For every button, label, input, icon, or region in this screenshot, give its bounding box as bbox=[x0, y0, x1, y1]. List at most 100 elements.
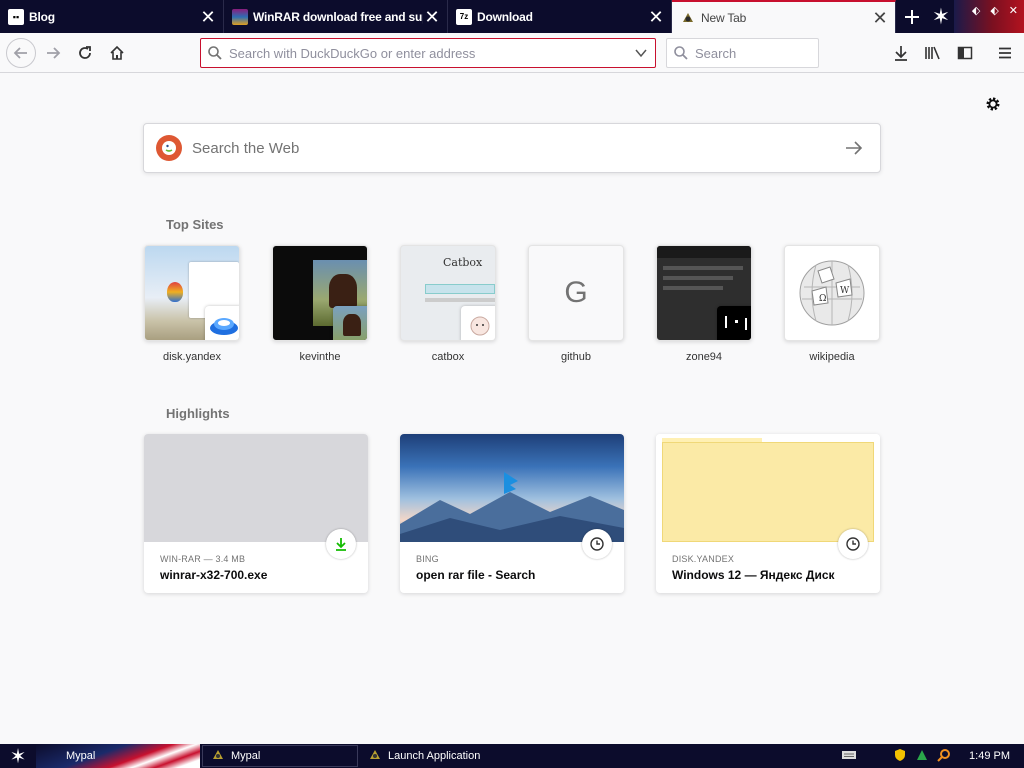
navigation-toolbar bbox=[0, 33, 1024, 73]
taskbar-item-label: Mypal bbox=[66, 750, 96, 762]
site-thumbnail bbox=[144, 245, 240, 341]
star-icon[interactable]: ✶ bbox=[928, 0, 954, 33]
close-icon[interactable]: ✕ bbox=[199, 8, 217, 26]
highlight-card[interactable]: BING open rar file - Search bbox=[400, 434, 624, 593]
plus-icon bbox=[905, 9, 919, 24]
highlight-card[interactable]: DISK.YANDEX Windows 12 — Яндекс Диск bbox=[656, 434, 880, 593]
top-site-tile[interactable]: kevinthe bbox=[272, 245, 368, 363]
tab-title: New Tab bbox=[701, 10, 747, 25]
clock-icon bbox=[582, 529, 612, 559]
web-search-input[interactable] bbox=[192, 139, 834, 157]
close-window-icon[interactable]: ✕ bbox=[1009, 4, 1018, 17]
top-site-tile[interactable]: Ω W wikipedia bbox=[784, 245, 880, 363]
magnifier-icon[interactable] bbox=[937, 748, 951, 765]
card-title: Windows 12 — Яндекс Диск bbox=[672, 568, 835, 582]
site-thumbnail bbox=[272, 245, 368, 341]
tab-title: Download bbox=[477, 9, 533, 24]
highlights-heading: Highlights bbox=[166, 406, 230, 421]
window-controls: ⬖ ⬖ ✕ bbox=[954, 0, 1024, 33]
site-thumbnail: Catbox bbox=[400, 245, 496, 341]
url-input[interactable] bbox=[229, 39, 627, 67]
customize-settings-button[interactable] bbox=[982, 93, 1004, 115]
top-site-tile[interactable]: G github bbox=[528, 245, 624, 363]
tab-strip: ▪▪ Blog ✕ WinRAR download free and suppo… bbox=[0, 0, 1024, 33]
pong-game-icon bbox=[717, 306, 751, 340]
taskbar: ✶ Mypal Mypal Launch Application 1:49 PM bbox=[0, 744, 1024, 768]
card-preview bbox=[144, 434, 368, 542]
search-submit-button[interactable] bbox=[834, 128, 874, 168]
shield-icon[interactable] bbox=[893, 748, 907, 765]
close-icon[interactable]: ✕ bbox=[871, 9, 889, 27]
site-label: disk.yandex bbox=[162, 351, 222, 363]
site-thumbnail bbox=[656, 245, 752, 341]
7zip-favicon-icon: 7z bbox=[456, 8, 472, 25]
site-label: wikipedia bbox=[809, 351, 855, 363]
chevron-down-icon[interactable] bbox=[627, 39, 655, 67]
highlight-card[interactable]: WIN-RAR — 3.4 MB winrar-x32-700.exe bbox=[144, 434, 368, 593]
top-sites-heading: Top Sites bbox=[166, 217, 224, 232]
horse-photo-icon bbox=[333, 306, 367, 340]
site-label: github bbox=[561, 351, 591, 363]
download-icon bbox=[895, 46, 907, 61]
clock-time[interactable]: 1:49 PM bbox=[969, 750, 1010, 762]
search-bar[interactable] bbox=[666, 38, 871, 68]
site-thumbnail: Ω W bbox=[784, 245, 880, 341]
mypal-app-icon bbox=[211, 748, 225, 765]
site-label: catbox bbox=[431, 351, 465, 363]
search-icon bbox=[667, 39, 695, 67]
url-bar[interactable] bbox=[200, 38, 656, 68]
top-site-tile[interactable]: Catbox catbox bbox=[400, 245, 496, 363]
back-arrow-icon bbox=[13, 47, 27, 59]
site-thumbnail: G bbox=[528, 245, 624, 341]
tab-blog[interactable]: ▪▪ Blog ✕ bbox=[0, 0, 224, 33]
sidebar-icon bbox=[957, 46, 973, 60]
network-icon[interactable] bbox=[915, 748, 929, 765]
close-icon[interactable]: ✕ bbox=[647, 8, 665, 26]
arrow-right-icon bbox=[846, 141, 863, 155]
top-site-tile[interactable]: disk.yandex bbox=[144, 245, 240, 363]
tab-title: WinRAR download free and support bbox=[253, 9, 423, 24]
card-title: open rar file - Search bbox=[416, 568, 536, 582]
library-button[interactable] bbox=[918, 38, 948, 68]
reload-button[interactable] bbox=[70, 38, 100, 68]
minimize-icon[interactable]: ⬖ bbox=[972, 4, 980, 17]
web-search-box[interactable] bbox=[143, 123, 881, 173]
wikipedia-globe-icon: Ω W bbox=[799, 260, 865, 326]
maximize-icon[interactable]: ⬖ bbox=[990, 4, 998, 17]
downloads-button[interactable] bbox=[886, 38, 916, 68]
tab-new-tab[interactable]: New Tab ✕ bbox=[672, 0, 896, 33]
taskbar-item-label: Mypal bbox=[231, 750, 261, 762]
home-icon bbox=[110, 45, 124, 60]
card-preview bbox=[400, 434, 624, 542]
card-context: WIN-RAR — 3.4 MB bbox=[160, 554, 246, 564]
tab-title: Blog bbox=[29, 9, 55, 24]
mypal-favicon-icon bbox=[680, 10, 696, 26]
search-icon bbox=[201, 39, 229, 67]
library-icon bbox=[925, 46, 940, 60]
download-icon bbox=[326, 529, 356, 559]
keyboard-icon[interactable] bbox=[841, 749, 857, 764]
start-menu-button[interactable]: ✶ bbox=[0, 744, 36, 768]
system-tray: 1:49 PM bbox=[841, 748, 1024, 765]
taskbar-item[interactable]: Mypal bbox=[202, 745, 358, 767]
site-label: zone94 bbox=[685, 351, 723, 363]
back-button[interactable] bbox=[6, 38, 36, 68]
tab-download[interactable]: 7z Download ✕ bbox=[448, 0, 672, 33]
winrar-favicon-icon bbox=[232, 8, 248, 25]
new-tab-button[interactable] bbox=[896, 0, 928, 33]
home-button[interactable] bbox=[102, 38, 132, 68]
top-site-tile[interactable]: zone94 bbox=[656, 245, 752, 363]
gear-icon bbox=[986, 97, 1000, 111]
tab-winrar[interactable]: WinRAR download free and support ✕ bbox=[224, 0, 448, 33]
search-input[interactable] bbox=[695, 39, 871, 67]
forward-button[interactable] bbox=[38, 38, 68, 68]
duckduckgo-logo-icon bbox=[156, 135, 182, 161]
card-context: BING bbox=[416, 554, 439, 564]
menu-button[interactable] bbox=[990, 38, 1020, 68]
taskbar-item[interactable]: Launch Application bbox=[360, 745, 510, 767]
sidebar-button[interactable] bbox=[950, 38, 980, 68]
taskbar-item[interactable]: Mypal bbox=[36, 744, 200, 768]
reload-icon bbox=[79, 46, 91, 59]
star-icon: ✶ bbox=[9, 745, 27, 768]
close-icon[interactable]: ✕ bbox=[423, 8, 441, 26]
